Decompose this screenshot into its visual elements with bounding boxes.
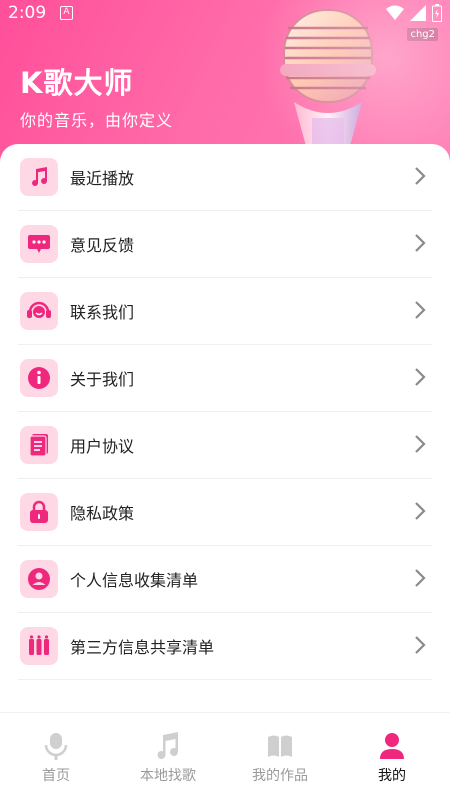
book-icon	[268, 735, 292, 757]
menu-item-contact-us[interactable]: 联系我们	[18, 278, 432, 345]
bottom-tab-bar: 首页 本地找歌 我的作品 我的	[0, 712, 450, 796]
tab-local-songs[interactable]: 本地找歌	[112, 713, 224, 796]
microphone-illustration	[280, 9, 376, 146]
tab-label: 我的作品	[252, 768, 308, 784]
chevron-right-icon	[415, 636, 426, 654]
tab-label: 首页	[42, 768, 70, 784]
menu-item-personal-info-list[interactable]: 个人信息收集清单	[18, 546, 432, 613]
tab-label: 本地找歌	[140, 768, 196, 784]
chevron-right-icon	[415, 301, 426, 319]
carrier-tag: chg2	[407, 28, 438, 41]
menu-item-label: 关于我们	[70, 370, 135, 389]
microphone-icon	[44, 733, 68, 760]
menu-item-user-agreement[interactable]: 用户协议	[18, 412, 432, 479]
chevron-right-icon	[415, 502, 426, 520]
status-a-badge: A	[60, 6, 73, 20]
menu-item-label: 意见反馈	[70, 236, 135, 255]
settings-card: 最近播放 意见反馈 联系我们 关于我们 用户协议 隐私政策 个人信息收集清单 第…	[0, 144, 450, 714]
chevron-right-icon	[415, 234, 426, 252]
menu-item-label: 隐私政策	[70, 504, 135, 523]
status-time: 2:09	[8, 3, 47, 23]
menu-item-label: 联系我们	[70, 303, 135, 322]
headset-icon	[20, 292, 58, 330]
lock-icon	[20, 493, 58, 531]
menu-item-recent-play[interactable]: 最近播放	[18, 144, 432, 211]
music-note-icon	[20, 158, 58, 196]
menu-item-third-party-sharing[interactable]: 第三方信息共享清单	[18, 613, 432, 680]
menu-item-privacy-policy[interactable]: 隐私政策	[18, 479, 432, 546]
chevron-right-icon	[415, 569, 426, 587]
signal-icon	[410, 5, 426, 21]
person-icon	[380, 733, 404, 759]
chevron-right-icon	[415, 368, 426, 386]
tab-my-works[interactable]: 我的作品	[224, 713, 336, 796]
status-bar: 2:09 A	[0, 0, 450, 28]
tab-home[interactable]: 首页	[0, 713, 112, 796]
info-icon	[20, 359, 58, 397]
tab-mine[interactable]: 我的	[336, 713, 448, 796]
status-icons	[386, 4, 442, 22]
menu-item-label: 用户协议	[70, 437, 135, 456]
battery-icon	[432, 4, 442, 22]
wifi-icon	[386, 5, 404, 20]
app-title: K歌大师	[20, 66, 134, 100]
chat-bubble-icon	[20, 225, 58, 263]
menu-item-feedback[interactable]: 意见反馈	[18, 211, 432, 278]
chevron-right-icon	[415, 435, 426, 453]
three-bars-icon	[20, 627, 58, 665]
app-subtitle: 你的音乐，由你定义	[20, 111, 174, 130]
chevron-right-icon	[415, 167, 426, 185]
music-note-icon	[157, 732, 178, 760]
menu-item-label: 第三方信息共享清单	[70, 638, 215, 657]
menu-item-label: 个人信息收集清单	[70, 571, 199, 590]
tab-label: 我的	[378, 768, 406, 784]
user-circle-icon	[20, 560, 58, 598]
menu-item-label: 最近播放	[70, 169, 135, 188]
document-icon	[20, 426, 58, 464]
menu-item-about-us[interactable]: 关于我们	[18, 345, 432, 412]
